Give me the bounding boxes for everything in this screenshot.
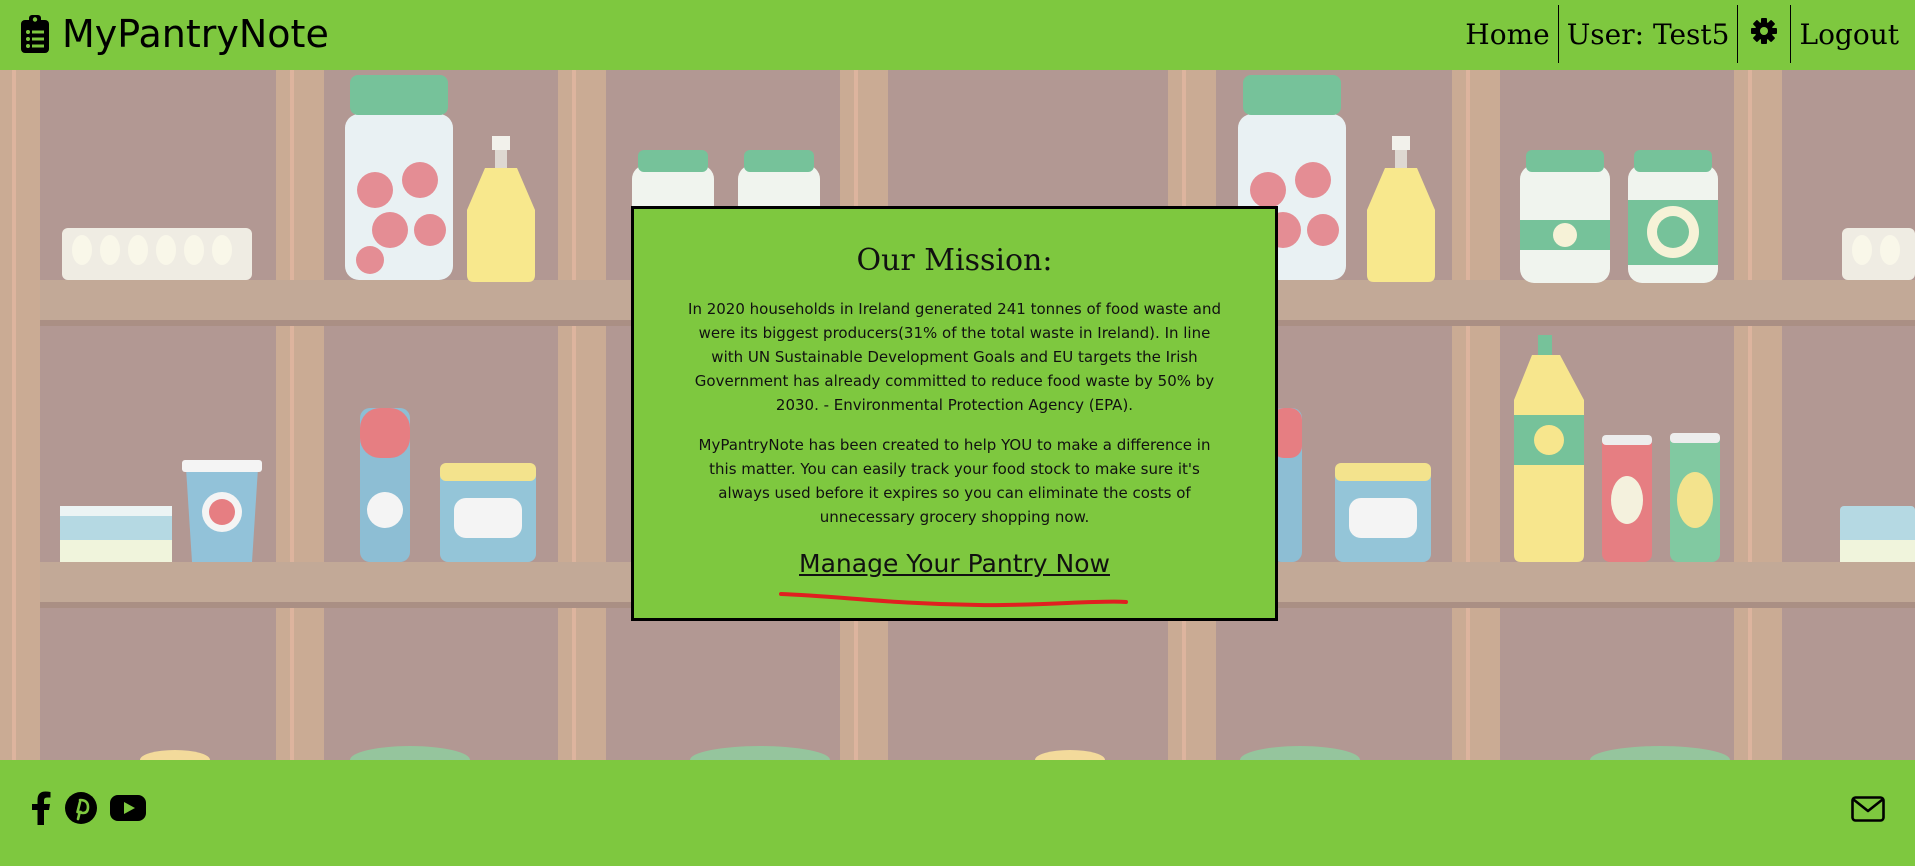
facebook-icon[interactable] [30, 791, 52, 830]
nav-settings-link[interactable] [1737, 5, 1790, 63]
clipboard-list-icon [20, 14, 50, 54]
mission-card: Our Mission: In 2020 households in Irela… [631, 206, 1278, 621]
nav-home-link[interactable]: Home [1457, 5, 1557, 63]
social-links [30, 791, 146, 830]
envelope-icon[interactable] [1851, 796, 1885, 827]
brand-link[interactable]: MyPantryNote [20, 11, 329, 57]
red-underline-annotation [779, 592, 1128, 608]
brand-name: MyPantryNote [62, 12, 329, 56]
manage-pantry-link[interactable]: Manage Your Pantry Now [799, 549, 1110, 578]
mission-title: Our Mission: [856, 243, 1053, 278]
mission-paragraph-waste-stats: In 2020 households in Ireland generated … [688, 300, 1221, 414]
mission-paragraph-app-purpose: MyPantryNote has been created to help YO… [698, 436, 1211, 526]
youtube-icon[interactable] [110, 795, 146, 826]
top-navbar: MyPantryNote Home User: Test5 Logout [0, 0, 1915, 70]
page-footer [0, 760, 1915, 866]
gear-icon [1750, 17, 1778, 52]
pinterest-icon[interactable] [64, 791, 98, 830]
nav-user-link[interactable]: User: Test5 [1557, 5, 1738, 63]
nav-menu: Home User: Test5 Logout [1457, 5, 1907, 63]
nav-logout-link[interactable]: Logout [1790, 5, 1907, 63]
